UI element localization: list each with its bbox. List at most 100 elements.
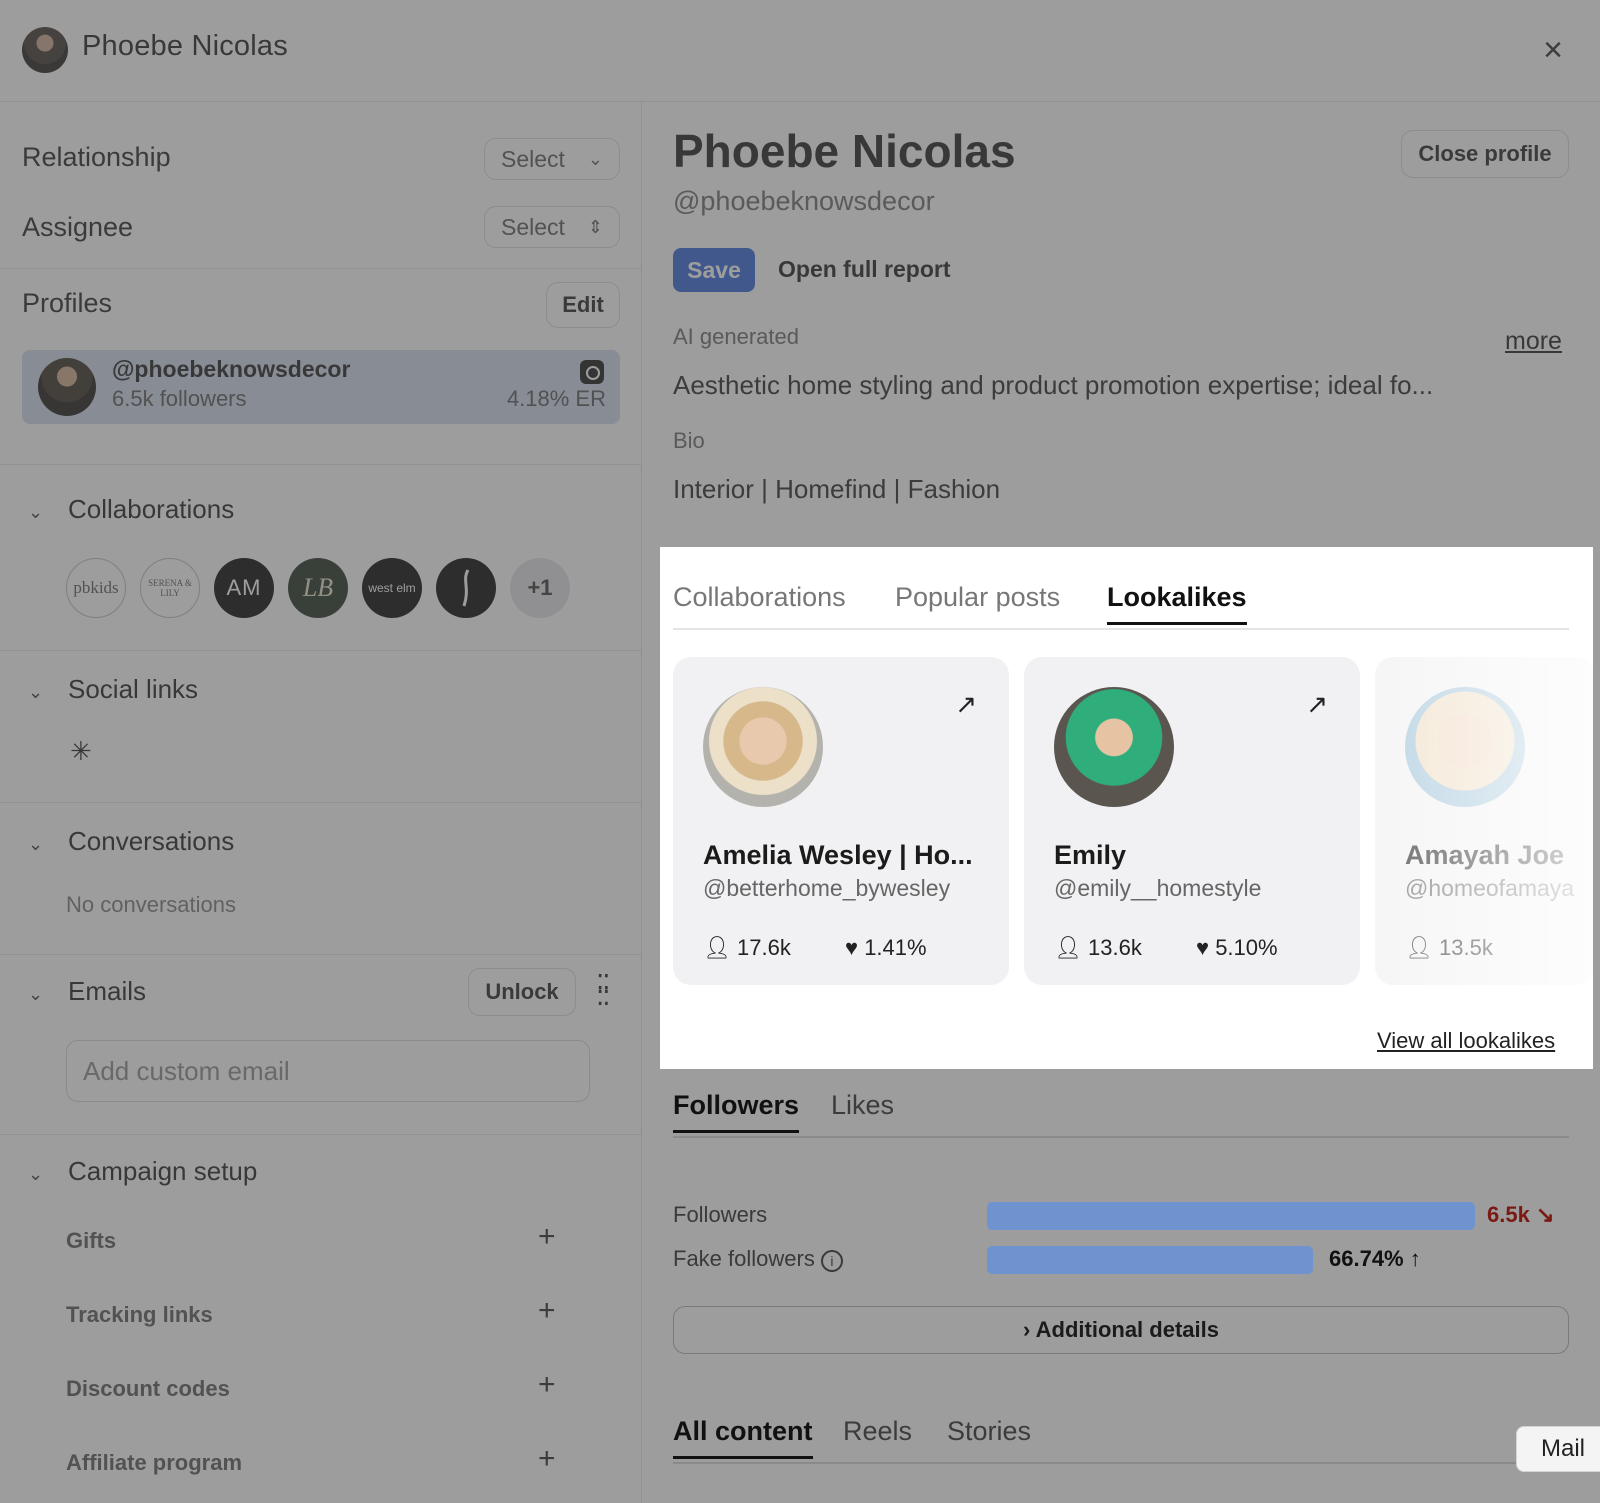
drag-handle-icon[interactable]: ⁚⁚ ⁚⁚ bbox=[596, 971, 610, 1009]
chevron-down-icon: ⌄ bbox=[28, 682, 44, 702]
edit-profiles-button[interactable]: Edit bbox=[546, 282, 620, 328]
lookalike-handle: @betterhome_bywesley bbox=[703, 875, 951, 901]
tab-likes[interactable]: Likes bbox=[831, 1090, 894, 1121]
instagram-icon bbox=[580, 360, 604, 384]
collaborations-section-toggle[interactable]: ⌄ Collaborations bbox=[28, 494, 234, 525]
profile-card[interactable]: @phoebeknowsdecor 6.5k followers 4.18% E… bbox=[22, 350, 620, 424]
lookalikes-panel: Collaborations Popular posts Lookalikes … bbox=[660, 547, 1593, 1069]
add-gift-plus-icon[interactable]: + bbox=[538, 1220, 556, 1254]
brand-logo-west-elm[interactable]: west elm bbox=[362, 558, 422, 618]
lookalike-card[interactable]: Amayah Joe @homeofamaya 👤︎ 13.5k bbox=[1375, 657, 1593, 985]
lookalike-followers-value: 17.6k bbox=[737, 935, 791, 960]
external-link-icon[interactable]: ↗ bbox=[955, 689, 977, 720]
emails-section-toggle[interactable]: ⌄ Emails bbox=[28, 976, 146, 1007]
brand-logo-swirl[interactable] bbox=[436, 558, 496, 618]
tab-reels[interactable]: Reels bbox=[843, 1416, 912, 1447]
info-icon[interactable]: i bbox=[820, 1250, 843, 1272]
divider bbox=[0, 650, 642, 651]
relationship-select[interactable]: Select ⌄ bbox=[484, 138, 620, 180]
campaign-setup-section-toggle[interactable]: ⌄ Campaign setup bbox=[28, 1156, 257, 1187]
metric-bar-track bbox=[987, 1202, 1475, 1230]
fake-followers-bar bbox=[987, 1246, 1313, 1274]
brand-logo-serena-lily[interactable]: SERENA & LILY bbox=[140, 558, 200, 618]
tab-followers[interactable]: Followers bbox=[673, 1090, 800, 1133]
lookalike-card[interactable]: ↗ Amelia Wesley | Ho... @betterhome_bywe… bbox=[673, 657, 1009, 985]
profile-handle: @phoebeknowsdecor bbox=[112, 356, 351, 382]
add-tracking-link-plus-icon[interactable]: + bbox=[538, 1294, 556, 1328]
tracking-links-label: Tracking links bbox=[66, 1302, 213, 1327]
modal-header: Phoebe Nicolas × bbox=[0, 0, 1600, 102]
trend-down-icon: ↘ bbox=[1535, 1202, 1555, 1227]
external-link-icon[interactable]: ↗ bbox=[1306, 689, 1328, 720]
profile-avatar bbox=[38, 358, 96, 416]
metric-label: Followers bbox=[673, 1202, 768, 1227]
sidebar: Relationship Select ⌄ Assignee Select ⇕ … bbox=[0, 102, 642, 1503]
unlock-button[interactable]: Unlock bbox=[468, 968, 576, 1016]
lookalike-followers: 👤︎ 13.6k bbox=[1054, 935, 1142, 961]
additional-details-button[interactable]: › Additional details bbox=[673, 1306, 1569, 1354]
open-full-report-link[interactable]: Open full report bbox=[778, 256, 951, 283]
heart-percent-icon: ♥ bbox=[1196, 935, 1216, 960]
tab-collaborations[interactable]: Collaborations bbox=[673, 582, 846, 613]
lookalike-followers-value: 13.6k bbox=[1088, 935, 1142, 960]
assignee-select-value: Select bbox=[501, 214, 565, 240]
lookalike-followers: 👤︎ 17.6k bbox=[703, 935, 791, 961]
tab-all-content[interactable]: All content bbox=[673, 1416, 813, 1459]
lookalike-handle: @homeofamaya bbox=[1405, 875, 1575, 901]
lookalike-avatar bbox=[1054, 687, 1174, 807]
assignee-select[interactable]: Select ⇕ bbox=[484, 206, 620, 248]
tab-lookalikes[interactable]: Lookalikes bbox=[1107, 582, 1247, 625]
more-link[interactable]: more bbox=[1505, 327, 1562, 356]
chevron-down-icon: ⌄ bbox=[28, 1164, 44, 1184]
tab-stories[interactable]: Stories bbox=[947, 1416, 1031, 1447]
campaign-setup-title: Campaign setup bbox=[68, 1156, 258, 1186]
tab-popular-posts[interactable]: Popular posts bbox=[895, 582, 1060, 613]
lookalike-name: Amayah Joe bbox=[1405, 840, 1565, 870]
brand-more-badge[interactable]: +1 bbox=[510, 558, 570, 618]
followers-value: 6.5k ↘ bbox=[1487, 1202, 1554, 1228]
add-discount-code-plus-icon[interactable]: + bbox=[538, 1368, 556, 1402]
heart-percent-icon: ♥ bbox=[845, 935, 865, 960]
divider bbox=[0, 268, 642, 269]
lookalike-er: ♥ 5.10% bbox=[1196, 935, 1278, 961]
user-icon: 👤︎ bbox=[703, 935, 738, 960]
fake-followers-value-text: 66.74% bbox=[1329, 1246, 1404, 1271]
chevron-down-icon: ⌄ bbox=[28, 834, 44, 854]
brand-logo-am[interactable]: AM bbox=[214, 558, 274, 618]
save-button[interactable]: Save bbox=[673, 248, 755, 292]
media-tabs: All content Reels Stories bbox=[673, 1416, 1569, 1464]
ai-generated-label: AI generated bbox=[673, 324, 799, 349]
lookalike-name: Amelia Wesley | Ho... bbox=[703, 840, 973, 870]
linktree-icon[interactable]: ✳ bbox=[70, 736, 92, 767]
divider bbox=[0, 954, 642, 955]
close-icon[interactable]: × bbox=[1538, 30, 1568, 70]
modal-title: Phoebe Nicolas bbox=[82, 30, 288, 62]
lookalike-name: Emily bbox=[1054, 840, 1127, 870]
affiliate-program-label: Affiliate program bbox=[66, 1450, 243, 1475]
assignee-label: Assignee bbox=[22, 212, 134, 242]
user-icon: 👤︎ bbox=[1405, 935, 1440, 960]
conversations-section-toggle[interactable]: ⌄ Conversations bbox=[28, 826, 234, 857]
brand-logo-pbkids[interactable]: pbkids bbox=[66, 558, 126, 618]
no-conversations-text: No conversations bbox=[66, 892, 236, 917]
social-links-title: Social links bbox=[68, 674, 199, 704]
divider bbox=[0, 1134, 642, 1135]
custom-email-input[interactable]: Add custom email bbox=[66, 1040, 590, 1102]
chevron-down-icon: ⌄ bbox=[28, 502, 44, 522]
fake-followers-label: Fake followers bbox=[673, 1246, 815, 1271]
brand-logo-lb[interactable]: LB bbox=[288, 558, 348, 618]
bio-text: Interior | Homefind | Fashion bbox=[673, 474, 1001, 504]
divider bbox=[0, 464, 642, 465]
add-affiliate-program-plus-icon[interactable]: + bbox=[538, 1442, 556, 1476]
lookalike-card[interactable]: ↗ Emily @emily__homestyle 👤︎ 13.6k ♥ 5.1… bbox=[1024, 657, 1360, 985]
lookalike-avatar bbox=[703, 687, 823, 807]
profile-handle: @phoebeknowsdecor bbox=[673, 186, 935, 216]
followers-bar bbox=[987, 1202, 1475, 1230]
metric-label: Fake followers i bbox=[673, 1246, 843, 1272]
fake-followers-value: 66.74% ↑ bbox=[1329, 1246, 1421, 1272]
social-links-section-toggle[interactable]: ⌄ Social links bbox=[28, 674, 198, 705]
view-all-lookalikes-link[interactable]: View all lookalikes bbox=[1377, 1028, 1555, 1054]
bio-label: Bio bbox=[673, 428, 705, 453]
chevron-right-icon: › bbox=[1023, 1317, 1036, 1342]
close-profile-button[interactable]: Close profile bbox=[1401, 130, 1569, 178]
